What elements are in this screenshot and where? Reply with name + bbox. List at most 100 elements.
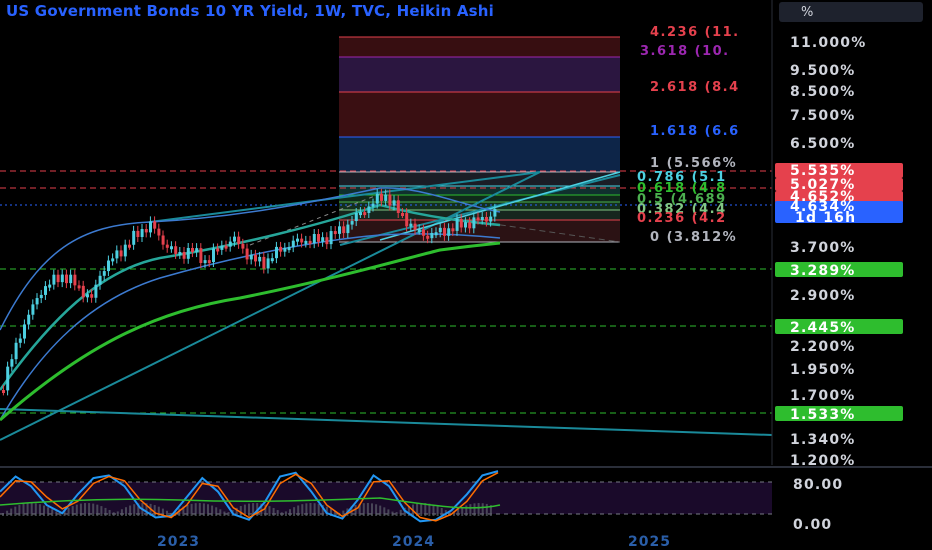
candle-body bbox=[170, 246, 173, 250]
candle-body bbox=[69, 274, 73, 284]
y-tick-label: 2.200% bbox=[790, 339, 856, 355]
channel-lower-line bbox=[0, 171, 541, 441]
stoch-hist-bar bbox=[112, 512, 115, 516]
candle-body bbox=[317, 234, 320, 242]
candle-body bbox=[23, 324, 26, 339]
candle-body bbox=[119, 250, 123, 257]
time-axis[interactable]: 2023 2024 2025 bbox=[157, 534, 671, 550]
candle-body bbox=[455, 218, 459, 231]
candle-body bbox=[65, 274, 68, 284]
stoch-hist-bar bbox=[55, 511, 58, 516]
stoch-hist-bar bbox=[387, 509, 390, 516]
candle-body bbox=[123, 244, 127, 257]
candle-body bbox=[90, 294, 94, 298]
stoch-hist-bar bbox=[133, 504, 136, 516]
y-tick-label: 1.950% bbox=[790, 362, 856, 378]
stoch-hist-bar bbox=[104, 507, 107, 516]
candle-body bbox=[287, 247, 291, 251]
candle-body bbox=[300, 238, 304, 243]
candle-body bbox=[480, 216, 484, 220]
stoch-hist-bar bbox=[297, 505, 300, 516]
candle-body bbox=[388, 194, 392, 206]
candle-body bbox=[178, 252, 182, 256]
candle-body bbox=[422, 229, 425, 236]
candle-body bbox=[380, 193, 383, 201]
stoch-rsi-pane[interactable]: 80.00 0.00 bbox=[0, 470, 843, 533]
fib-label-4236: 4.236 (11. bbox=[650, 25, 740, 40]
stoch-hist-bar bbox=[399, 509, 402, 516]
candle-body bbox=[241, 243, 245, 249]
stoch-hist-bar bbox=[153, 505, 156, 516]
stoch-hist-bar bbox=[186, 505, 189, 516]
candle-body bbox=[157, 228, 161, 236]
stoch-hist-bar bbox=[395, 512, 398, 516]
candle-body bbox=[451, 228, 455, 232]
candle-body bbox=[48, 284, 52, 288]
stoch-band-fill bbox=[0, 482, 772, 514]
candle-body bbox=[413, 223, 417, 230]
candle-body bbox=[153, 221, 157, 229]
candle-body bbox=[346, 224, 350, 234]
candle-body bbox=[409, 223, 413, 227]
stoch-hist-bar bbox=[211, 505, 214, 516]
candle-body bbox=[207, 260, 211, 264]
y-tick-label: 1.700% bbox=[790, 388, 856, 404]
stoch-hist-bar bbox=[473, 503, 476, 516]
stoch-hist-bar bbox=[166, 510, 168, 516]
candle-body bbox=[258, 256, 262, 262]
candle-body bbox=[384, 194, 388, 201]
candle-body bbox=[291, 240, 295, 248]
candle-body bbox=[438, 227, 442, 233]
candle-body bbox=[392, 200, 396, 206]
candle-body bbox=[434, 232, 438, 236]
stoch-hist-bar bbox=[6, 510, 9, 516]
stoch-hist-bar bbox=[2, 513, 4, 516]
candle-body bbox=[329, 231, 333, 245]
candle-body bbox=[212, 248, 215, 263]
candle-body bbox=[31, 304, 35, 315]
stoch-hist-bar bbox=[227, 512, 230, 516]
stoch-hist-bar bbox=[305, 503, 308, 516]
candle-body bbox=[426, 235, 430, 239]
candle-body bbox=[73, 274, 77, 286]
stoch-hist-bar bbox=[34, 503, 37, 516]
candle-body bbox=[39, 294, 43, 299]
candle-body bbox=[325, 237, 329, 245]
candle-body bbox=[430, 232, 434, 239]
stoch-hist-bar bbox=[301, 504, 304, 516]
candle-body bbox=[312, 234, 316, 244]
fib-zone-1618 bbox=[339, 137, 620, 172]
candle-body bbox=[308, 240, 312, 244]
candle-body bbox=[283, 247, 287, 252]
candle-body bbox=[489, 216, 493, 222]
candle-body bbox=[350, 221, 354, 225]
candle-body bbox=[459, 218, 463, 228]
candle-body bbox=[321, 237, 325, 242]
candle-body bbox=[165, 244, 169, 248]
candle-body bbox=[464, 222, 467, 228]
stoch-hist-bar bbox=[14, 506, 17, 516]
candle-body bbox=[182, 252, 186, 259]
fib-zone-2618 bbox=[339, 92, 620, 137]
stoch-hist-bar bbox=[284, 511, 287, 516]
stoch-hist-bar bbox=[276, 510, 279, 516]
stoch-hist-bar bbox=[125, 507, 127, 516]
candle-body bbox=[203, 260, 207, 264]
price-axis[interactable]: 11.000% 9.500% 8.500% 7.500% 6.500% 3.70… bbox=[790, 35, 866, 469]
candle-body bbox=[338, 226, 341, 234]
price-chart[interactable]: 4.236 (11. 3.618 (10. 2.618 (8.4 1.618 (… bbox=[0, 0, 932, 550]
stoch-hist-bar bbox=[272, 507, 275, 516]
y-tick-label: 11.000% bbox=[790, 35, 866, 51]
candle-body bbox=[132, 230, 136, 245]
stoch-hist-bar bbox=[375, 504, 378, 516]
candle-body bbox=[77, 285, 81, 289]
candle-body bbox=[224, 245, 228, 249]
candle-body bbox=[275, 246, 278, 259]
y-tick-label: 1.340% bbox=[790, 432, 856, 448]
candle-body bbox=[14, 342, 18, 360]
candle-body bbox=[333, 231, 337, 235]
y-tick-label: 8.500% bbox=[790, 84, 856, 100]
candle-body bbox=[485, 216, 488, 222]
candle-body bbox=[102, 271, 106, 276]
candle-body bbox=[493, 208, 497, 217]
